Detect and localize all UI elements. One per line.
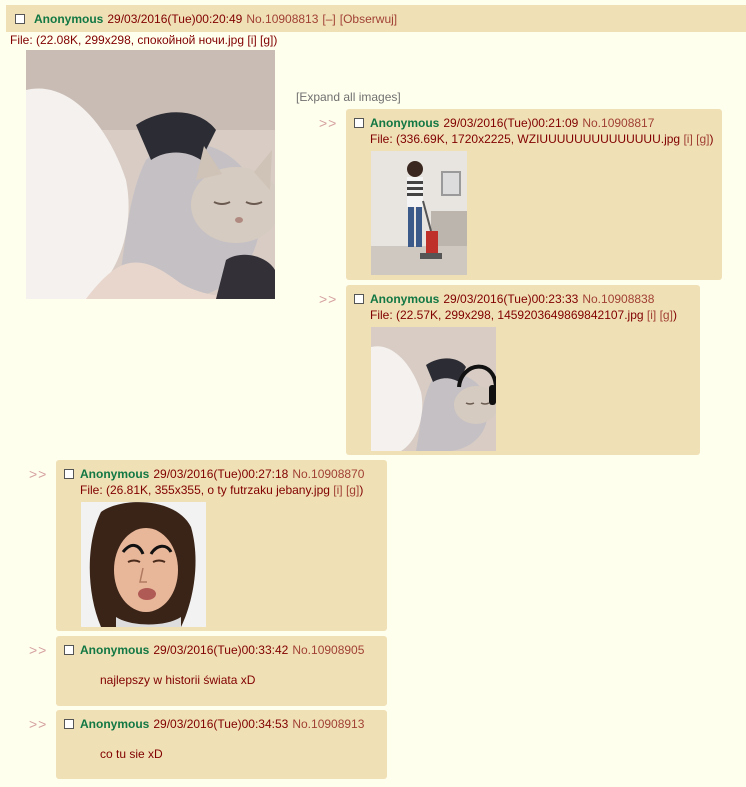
file-image-search-link[interactable]: [i]	[333, 483, 342, 497]
reply-file-info: File: (336.69K, 1720x2225, WZIUUUUUUUUUU…	[370, 132, 713, 146]
reply-arrow: >>	[29, 642, 48, 658]
reply-poster-name: Anonymous	[80, 643, 150, 657]
reply-image-vacuum[interactable]	[371, 151, 467, 275]
op-post-date: 29/03/2016(Tue)00:20:49	[107, 11, 243, 26]
file-image-search-link[interactable]: [i]	[647, 308, 656, 322]
reply-post-number[interactable]: No.10908817	[582, 116, 654, 130]
reply-file-info: File: (22.57K, 299x298, 1459203649869842…	[370, 308, 677, 322]
reply-image-face[interactable]	[81, 502, 206, 627]
op-file-info: File: (22.08K, 299x298, спокойной ночи.j…	[10, 33, 278, 47]
reply-arrow: >>	[29, 466, 48, 482]
op-image-cat[interactable]	[26, 50, 275, 299]
reply-post-number[interactable]: No.10908913	[292, 717, 364, 731]
file-description: File: (336.69K, 1720x2225, WZIUUUUUUUUUU…	[370, 132, 681, 146]
reply-select-checkbox[interactable]	[64, 645, 74, 655]
file-description: File: (22.57K, 299x298, 1459203649869842…	[370, 308, 644, 322]
file-description: File: (26.81K, 355x355, o ty futrzaku je…	[80, 483, 330, 497]
reply-image-cat-headphones[interactable]	[371, 327, 496, 451]
op-hide-link[interactable]: [–]	[322, 12, 335, 26]
op-watch-link[interactable]: [Obserwuj]	[340, 12, 397, 26]
file-info-close-paren: )	[672, 308, 677, 322]
reply-post: Anonymous 29/03/2016(Tue)00:27:18 No.109…	[56, 460, 387, 631]
reply-post-header: Anonymous 29/03/2016(Tue)00:34:53 No.109…	[64, 717, 364, 731]
expand-all-images-link[interactable]: [Expand all images]	[296, 90, 401, 104]
file-info-close-paren: )	[359, 483, 364, 497]
grimacing-woman-picture	[81, 502, 206, 627]
sleeping-cat-picture	[26, 50, 275, 299]
reply-select-checkbox[interactable]	[64, 469, 74, 479]
reply-post-number[interactable]: No.10908905	[292, 643, 364, 657]
reply-poster-name: Anonymous	[80, 467, 150, 481]
reply-message-text: co tu sie xD	[100, 747, 163, 761]
reply-post-header: Anonymous 29/03/2016(Tue)00:27:18 No.109…	[64, 467, 364, 481]
reply-post-header: Anonymous 29/03/2016(Tue)00:33:42 No.109…	[64, 643, 364, 657]
reply-arrow: >>	[319, 291, 338, 307]
reply-post-date: 29/03/2016(Tue)00:21:09	[443, 116, 579, 130]
op-poster-name: Anonymous	[34, 11, 104, 26]
reply-post-number[interactable]: No.10908870	[292, 467, 364, 481]
reply-post: Anonymous 29/03/2016(Tue)00:23:33 No.109…	[346, 285, 700, 455]
op-post-header: Anonymous 29/03/2016(Tue)00:20:49 No.109…	[6, 5, 746, 32]
file-google-search-link[interactable]: [g]	[696, 132, 709, 146]
reply-post-date: 29/03/2016(Tue)00:23:33	[443, 292, 579, 306]
reply-select-checkbox[interactable]	[64, 719, 74, 729]
op-select-checkbox[interactable]	[15, 13, 25, 24]
file-info-close-paren: )	[709, 132, 714, 146]
cat-with-drawn-headphones-picture	[371, 327, 496, 451]
op-post-number[interactable]: No.10908813	[246, 12, 318, 26]
reply-poster-name: Anonymous	[370, 292, 440, 306]
reply-arrow: >>	[29, 716, 48, 732]
reply-post: Anonymous 29/03/2016(Tue)00:34:53 No.109…	[56, 710, 387, 779]
reply-post: Anonymous 29/03/2016(Tue)00:33:42 No.109…	[56, 636, 387, 706]
reply-file-info: File: (26.81K, 355x355, o ty futrzaku je…	[80, 483, 363, 497]
reply-post-header: Anonymous 29/03/2016(Tue)00:23:33 No.109…	[354, 292, 654, 306]
reply-post-number[interactable]: No.10908838	[582, 292, 654, 306]
woman-vacuuming-picture	[371, 151, 467, 275]
reply-poster-name: Anonymous	[80, 717, 150, 731]
file-google-search-link[interactable]: [g]	[346, 483, 359, 497]
reply-arrow: >>	[319, 115, 338, 131]
reply-post-header: Anonymous 29/03/2016(Tue)00:21:09 No.109…	[354, 116, 654, 130]
file-google-search-link[interactable]: [g]	[660, 308, 673, 322]
reply-post-date: 29/03/2016(Tue)00:27:18	[153, 467, 289, 481]
reply-post-date: 29/03/2016(Tue)00:33:42	[153, 643, 289, 657]
reply-post-date: 29/03/2016(Tue)00:34:53	[153, 717, 289, 731]
reply-message-text: najlepszy w historii świata xD	[100, 673, 256, 687]
file-image-search-link[interactable]: [i]	[683, 132, 692, 146]
reply-select-checkbox[interactable]	[354, 118, 364, 128]
reply-poster-name: Anonymous	[370, 116, 440, 130]
reply-select-checkbox[interactable]	[354, 294, 364, 304]
reply-post: Anonymous 29/03/2016(Tue)00:21:09 No.109…	[346, 109, 722, 280]
